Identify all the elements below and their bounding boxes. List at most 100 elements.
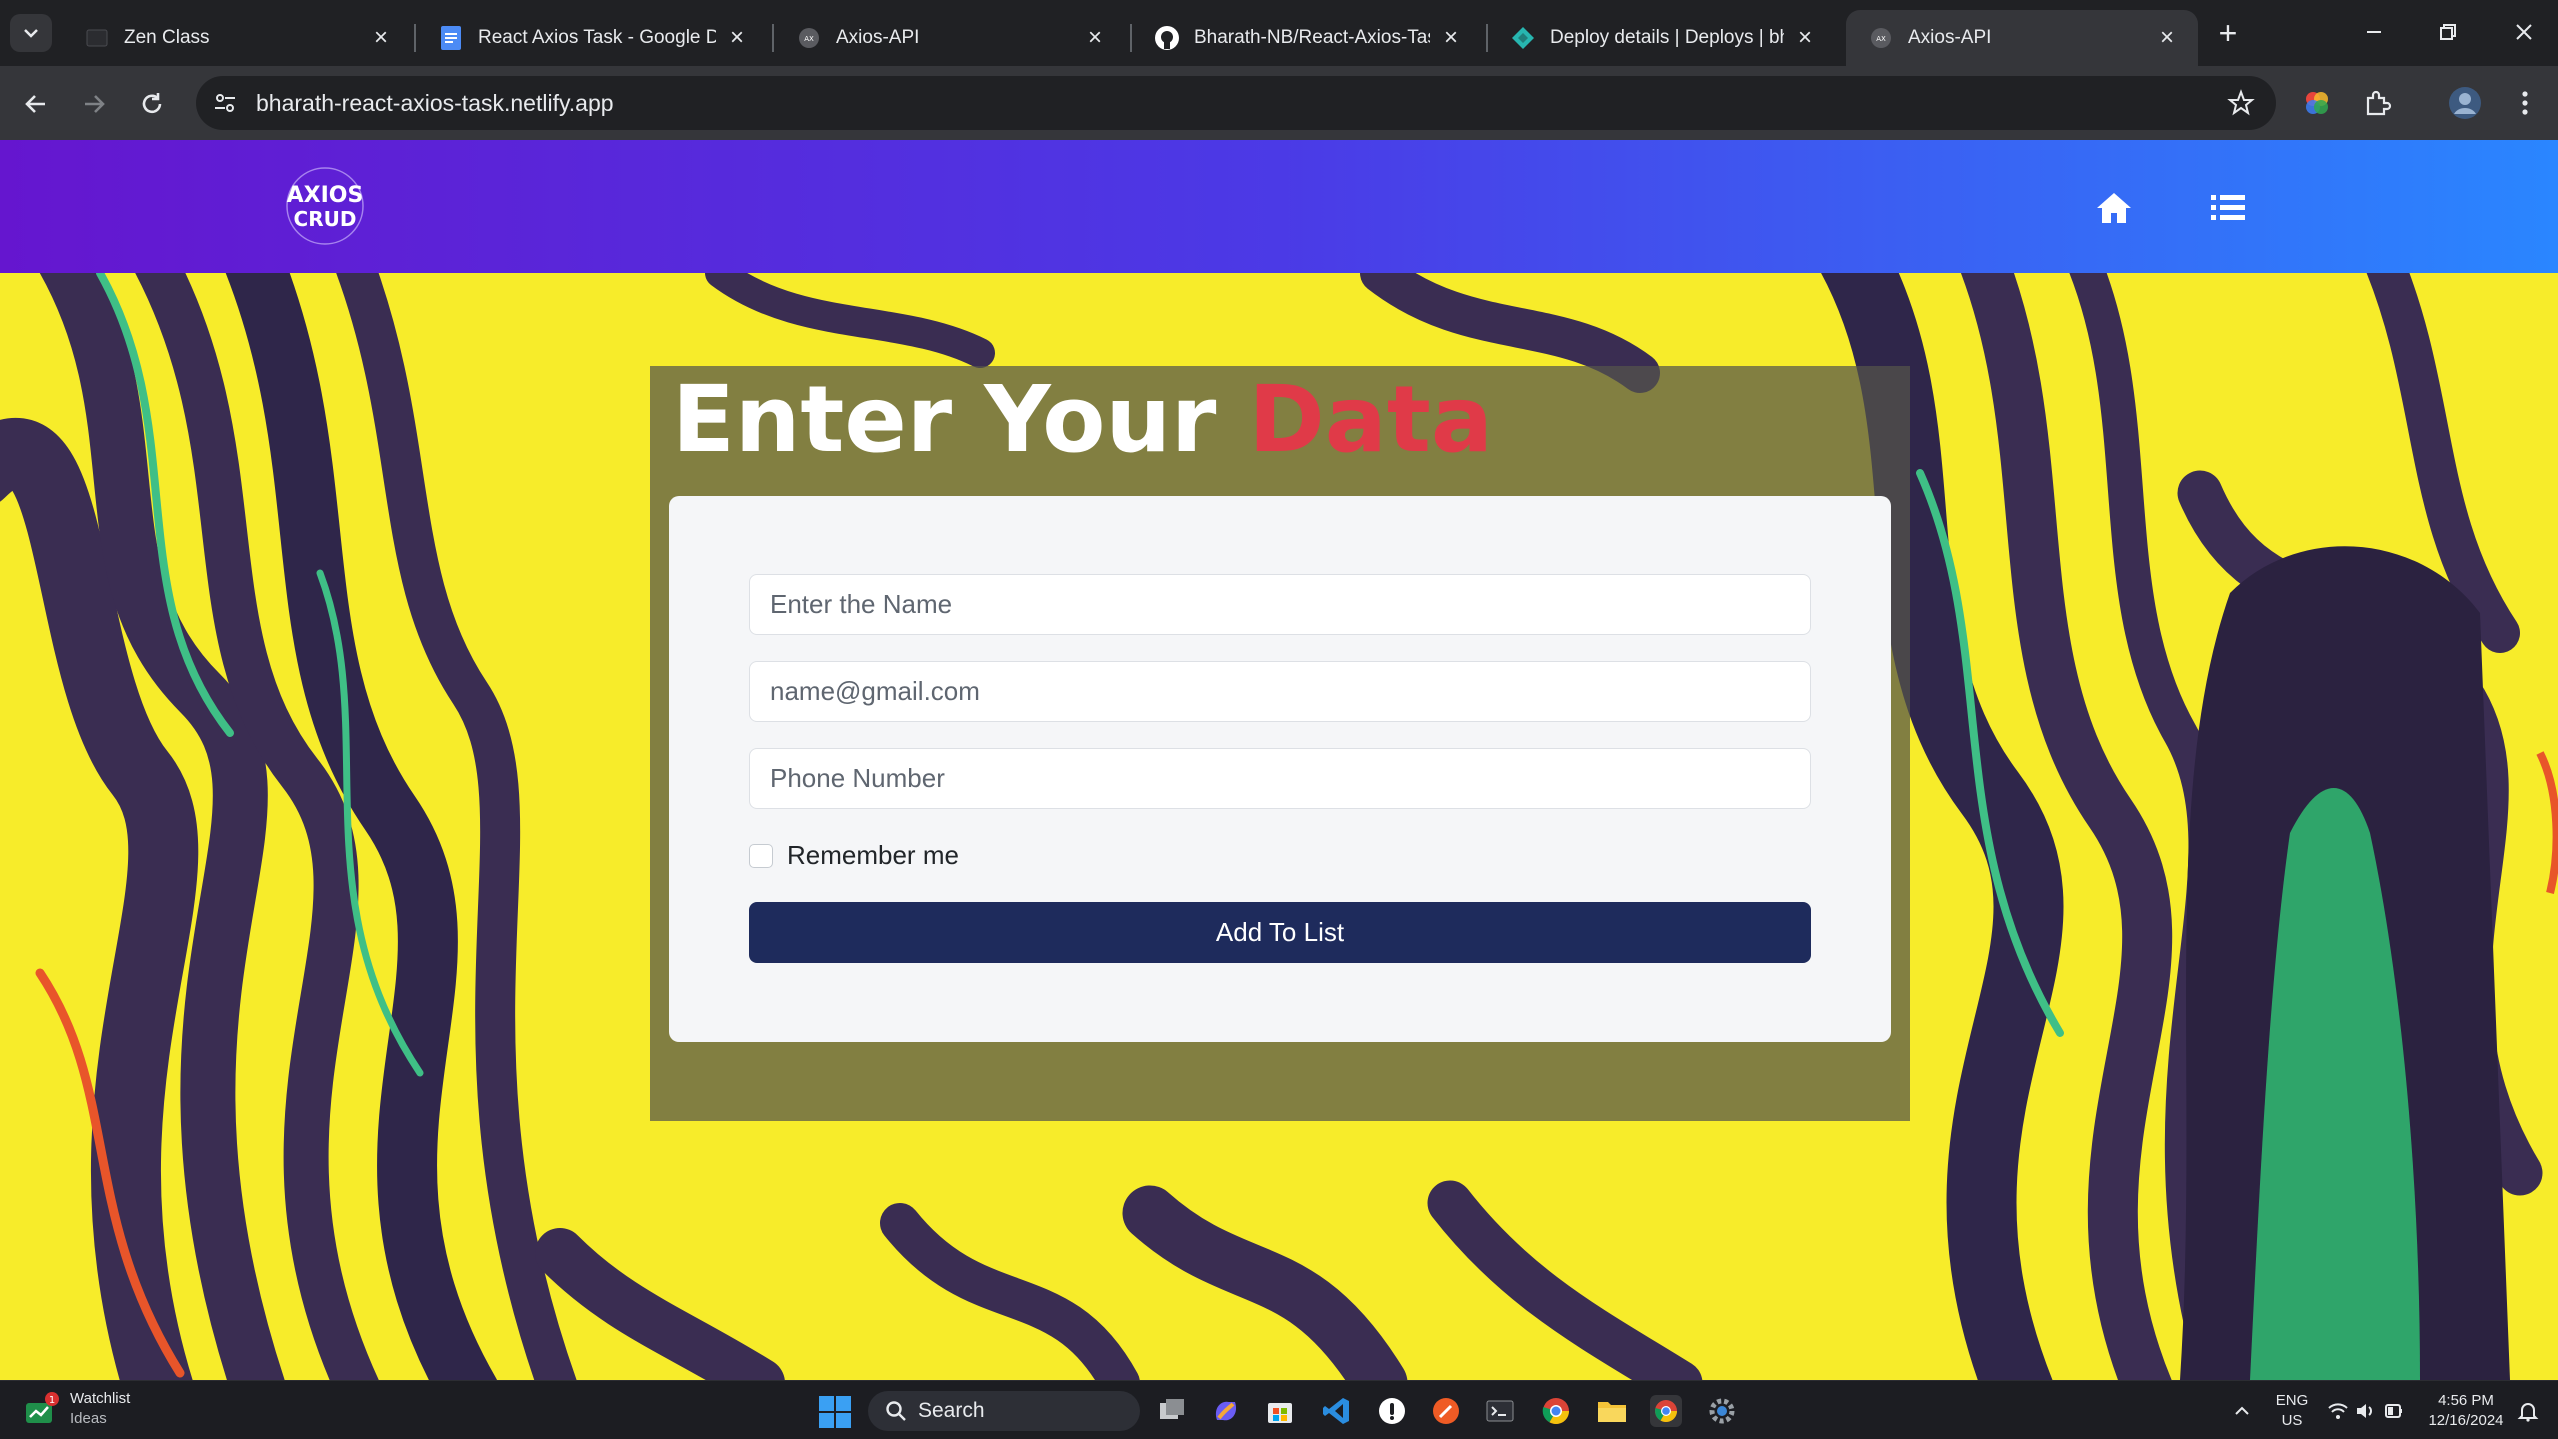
clock-time: 4:56 PM	[2438, 1392, 2494, 1409]
tab-title: Bharath-NB/React-Axios-Task	[1194, 27, 1430, 48]
close-window-button[interactable]	[2494, 14, 2554, 54]
remember-me-row: Remember me	[749, 840, 959, 871]
tab-github-repo[interactable]: Bharath-NB/React-Axios-Task ×	[1132, 10, 1482, 66]
tab-react-axios-task-doc[interactable]: React Axios Task - Google Doc ×	[416, 10, 768, 66]
terminal-icon[interactable]	[1482, 1393, 1518, 1429]
app-icon-circle[interactable]	[1374, 1393, 1410, 1429]
watchlist-badge: 1	[49, 1395, 55, 1406]
email-input[interactable]	[749, 661, 1811, 722]
chevron-down-icon	[24, 29, 38, 38]
tab-title: React Axios Task - Google Doc	[478, 27, 716, 48]
bookmark-star-icon[interactable]	[2224, 86, 2258, 120]
address-bar[interactable]: bharath-react-axios-task.netlify.app	[196, 76, 2276, 130]
arrow-right-icon	[85, 95, 105, 113]
form-card: Remember me Add To List	[669, 496, 1891, 1042]
axios-crud-favicon-icon: AX	[796, 25, 822, 51]
form-panel: Enter Your Data Remember me Add To List	[650, 366, 1910, 1121]
watchlist-title: Watchlist	[70, 1390, 131, 1407]
minimize-icon	[2367, 31, 2381, 33]
name-input[interactable]	[749, 574, 1811, 635]
title-white-part: Enter Your	[672, 366, 1217, 473]
reload-button[interactable]	[130, 82, 174, 126]
extensions-puzzle-icon[interactable]	[2358, 84, 2396, 122]
tab-title: Zen Class	[124, 27, 210, 48]
tab-title: Axios-API	[1908, 27, 1992, 48]
url-text: bharath-react-axios-task.netlify.app	[256, 90, 614, 116]
search-icon	[886, 1401, 906, 1421]
remember-me-checkbox[interactable]	[749, 843, 773, 868]
app-navbar: AXIOS CRUD	[0, 140, 2558, 273]
tab-strip: Zen Class × React Axios Task - Google Do…	[0, 0, 2558, 66]
task-view-icon[interactable]	[1154, 1393, 1190, 1429]
list-icon	[2211, 195, 2245, 220]
start-button[interactable]	[818, 1395, 852, 1429]
close-tab-icon[interactable]: ×	[2154, 24, 2180, 52]
chrome-active-icon[interactable]	[1648, 1393, 1684, 1429]
wifi-icon[interactable]	[2326, 1399, 2350, 1423]
clock-date: 12/16/2024	[2428, 1412, 2504, 1429]
battery-icon[interactable]	[2382, 1399, 2406, 1423]
tab-search-button[interactable]	[10, 14, 52, 52]
logo-line-1: AXIOS	[287, 183, 364, 208]
close-tab-icon[interactable]: ×	[1082, 24, 1108, 52]
taskbar-search[interactable]: Search	[868, 1391, 1140, 1431]
title-red-part: Data	[1248, 366, 1493, 473]
language-indicator[interactable]: ENG US	[2272, 1391, 2312, 1431]
copilot-icon[interactable]	[1208, 1393, 1244, 1429]
reload-icon	[142, 93, 162, 114]
tab-axios-api-active[interactable]: AX Axios-API ×	[1846, 10, 2198, 66]
chrome-icon[interactable]	[1538, 1393, 1574, 1429]
page-title: Enter Your Data	[672, 366, 1493, 474]
close-icon	[2516, 24, 2532, 40]
close-tab-icon[interactable]: ×	[724, 24, 750, 52]
language-top: ENG	[2275, 1392, 2309, 1409]
home-nav-button[interactable]	[2094, 188, 2134, 228]
notification-bell-icon[interactable]	[2516, 1399, 2540, 1423]
add-to-list-button[interactable]: Add To List	[749, 902, 1811, 963]
svg-text:AX: AX	[1876, 35, 1886, 43]
back-button[interactable]	[14, 82, 58, 126]
forward-button[interactable]	[72, 82, 116, 126]
postman-icon[interactable]	[1428, 1393, 1464, 1429]
windows-logo-icon	[819, 1396, 851, 1428]
color-extension-icon[interactable]	[2298, 84, 2336, 122]
browser-toolbar: bharath-react-axios-task.netlify.app	[0, 66, 2558, 140]
taskbar-search-label: Search	[918, 1399, 985, 1422]
logo-line-2: CRUD	[294, 207, 357, 231]
volume-icon[interactable]	[2354, 1399, 2378, 1423]
axios-crud-logo[interactable]: AXIOS CRUD	[280, 164, 370, 248]
profile-avatar[interactable]	[2446, 84, 2484, 122]
restore-button[interactable]	[2418, 14, 2478, 54]
microsoft-store-icon[interactable]	[1262, 1393, 1298, 1429]
site-settings-icon[interactable]	[210, 88, 240, 118]
new-tab-button[interactable]: +	[2208, 14, 2248, 54]
home-icon	[2097, 193, 2131, 223]
phone-input[interactable]	[749, 748, 1811, 809]
remember-me-label[interactable]: Remember me	[787, 840, 959, 871]
svg-text:AX: AX	[804, 35, 814, 43]
watchlist-subtitle: Ideas	[70, 1410, 107, 1427]
tab-netlify-deploys[interactable]: Deploy details | Deploys | bha ×	[1488, 10, 1836, 66]
close-tab-icon[interactable]: ×	[368, 24, 394, 52]
tab-zen-class[interactable]: Zen Class ×	[62, 10, 412, 66]
vscode-icon[interactable]	[1318, 1393, 1354, 1429]
clock[interactable]: 4:56 PM 12/16/2024	[2416, 1391, 2516, 1431]
arrow-left-icon	[25, 95, 45, 113]
tab-title: Deploy details | Deploys | bha	[1550, 27, 1784, 48]
close-tab-icon[interactable]: ×	[1438, 24, 1464, 52]
tab-axios-api[interactable]: AX Axios-API ×	[774, 10, 1126, 66]
web-page: AXIOS CRUD Enter Your Data Enter the Nam…	[0, 140, 2558, 1380]
zen-class-favicon-icon	[84, 25, 110, 51]
language-bottom: US	[2281, 1412, 2303, 1429]
close-tab-icon[interactable]: ×	[1792, 24, 1818, 52]
restore-icon	[2440, 24, 2456, 40]
list-nav-button[interactable]	[2208, 188, 2248, 228]
settings-gear-icon[interactable]	[1704, 1393, 1740, 1429]
minimize-button[interactable]	[2344, 14, 2404, 54]
file-explorer-icon[interactable]	[1594, 1393, 1630, 1429]
axios-crud-favicon-icon: AX	[1868, 25, 1894, 51]
browser-menu-icon[interactable]	[2506, 84, 2544, 122]
watchlist-widget[interactable]: 1 Watchlist Ideas	[24, 1389, 130, 1429]
os-taskbar: 1 Watchlist Ideas Search ENG US 4:56 PM …	[0, 1380, 2558, 1439]
chevron-up-icon[interactable]	[2230, 1399, 2254, 1423]
